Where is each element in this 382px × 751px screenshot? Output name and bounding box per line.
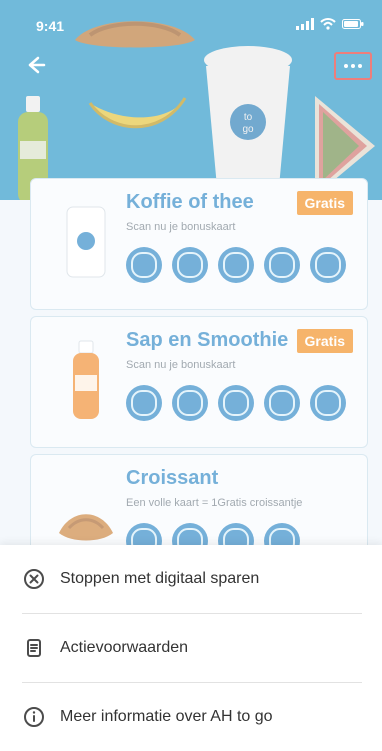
card-koffie[interactable]: Koffie of thee Scan nu je bonuskaart Gra… — [30, 178, 368, 310]
close-circle-icon — [22, 567, 46, 591]
sheet-item-more-info[interactable]: Meer informatie over AH to go — [0, 683, 382, 751]
card-sap-smoothie[interactable]: Sap en Smoothie Scan nu je bonuskaart Gr… — [30, 316, 368, 448]
stamp-icon — [310, 247, 346, 283]
stamp-icon — [218, 385, 254, 421]
sheet-item-terms[interactable]: Actievoorwaarden — [0, 614, 382, 682]
status-bar: 9:41 — [0, 0, 382, 44]
juice-bottle-icon — [73, 340, 99, 419]
sheet-item-label: Actievoorwaarden — [60, 639, 189, 656]
stamp-icon — [218, 247, 254, 283]
info-icon — [22, 705, 46, 729]
wifi-icon — [320, 18, 336, 30]
stamp-icon — [172, 385, 208, 421]
stamp-icon — [310, 385, 346, 421]
gratis-badge: Gratis — [296, 329, 353, 353]
stamp-icon — [126, 385, 162, 421]
stamp-icon — [264, 385, 300, 421]
card-subtitle: Scan nu je bonuskaart — [126, 359, 236, 371]
card-title: Croissant — [126, 467, 219, 489]
more-options-button[interactable] — [334, 52, 372, 80]
sheet-item-stop-saving[interactable]: Stoppen met digitaal sparen — [0, 545, 382, 613]
stamp-icon — [172, 247, 208, 283]
card-subtitle: Een volle kaart = 1Gratis croissantje — [126, 497, 303, 509]
more-dots-icon — [344, 64, 362, 68]
signal-icon — [296, 18, 314, 30]
coffee-cup-icon — [66, 206, 106, 278]
document-icon — [22, 636, 46, 660]
battery-icon — [342, 19, 364, 29]
stamp-row — [126, 247, 346, 283]
status-time: 9:41 — [36, 18, 65, 34]
gratis-badge: Gratis — [296, 191, 353, 215]
arrow-left-icon — [28, 56, 46, 74]
sheet-item-label: Meer informatie over AH to go — [60, 708, 273, 725]
stamp-icon — [126, 247, 162, 283]
loyalty-cards-area: Koffie of thee Scan nu je bonuskaart Gra… — [0, 178, 382, 585]
card-title: Sap en Smoothie — [126, 329, 289, 351]
stamp-row — [126, 385, 346, 421]
back-button[interactable] — [18, 48, 52, 82]
card-subtitle: Scan nu je bonuskaart — [126, 221, 236, 233]
card-title: Koffie of thee — [126, 191, 254, 213]
stamp-icon — [264, 247, 300, 283]
options-bottom-sheet: Stoppen met digitaal sparen Actievoorwaa… — [0, 545, 382, 751]
status-icons — [296, 18, 364, 30]
sheet-item-label: Stoppen met digitaal sparen — [60, 570, 260, 587]
